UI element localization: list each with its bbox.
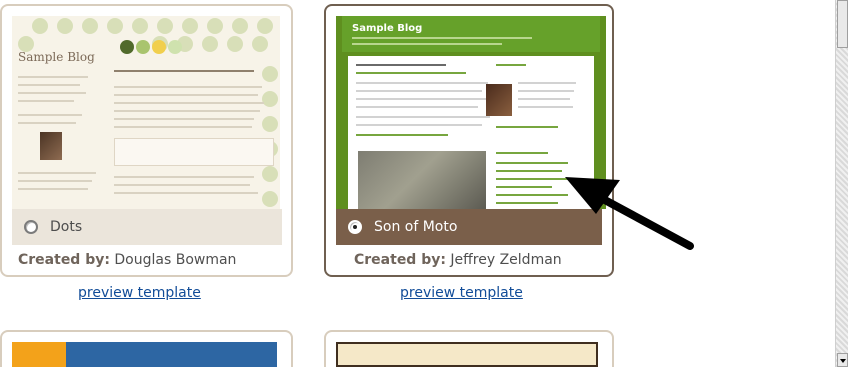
template-name: Son of Moto <box>374 219 458 235</box>
template-option-son-of-moto[interactable]: Son of Moto <box>336 209 602 245</box>
preview-template-link-dots[interactable]: preview template <box>78 285 201 301</box>
credit-label: Created by: <box>18 252 110 268</box>
thumbnail-blog-title: Sample Blog <box>352 23 423 34</box>
template-thumbnail-dots: Sample Blog <box>12 16 280 209</box>
template-option-dots[interactable]: Dots <box>12 209 282 245</box>
radio-button-son-of-moto[interactable] <box>348 220 362 234</box>
credit-author: Jeffrey Zeldman <box>450 252 562 268</box>
chevron-down-icon[interactable] <box>837 353 848 367</box>
template-name: Dots <box>50 219 83 235</box>
radio-button-dots[interactable] <box>24 220 38 234</box>
scrollbar[interactable] <box>835 0 848 367</box>
template-thumbnail-partial-1 <box>12 342 277 367</box>
template-thumbnail-partial-2 <box>336 342 598 367</box>
template-card-dots[interactable]: Sample Blog Dots Created by: Douglas Bow… <box>0 4 293 277</box>
scroll-thumb[interactable] <box>837 0 848 48</box>
template-credit: Created by: Douglas Bowman <box>18 252 236 268</box>
preview-template-link-son-of-moto[interactable]: preview template <box>400 285 523 301</box>
credit-author: Douglas Bowman <box>114 252 237 268</box>
template-card-son-of-moto[interactable]: Sample Blog Son of Moto Created by: Jeff… <box>324 4 614 277</box>
template-credit: Created by: Jeffrey Zeldman <box>354 252 562 268</box>
credit-label: Created by: <box>354 252 446 268</box>
template-thumbnail-son-of-moto: Sample Blog <box>336 16 606 209</box>
thumbnail-blog-title: Sample Blog <box>18 50 95 64</box>
